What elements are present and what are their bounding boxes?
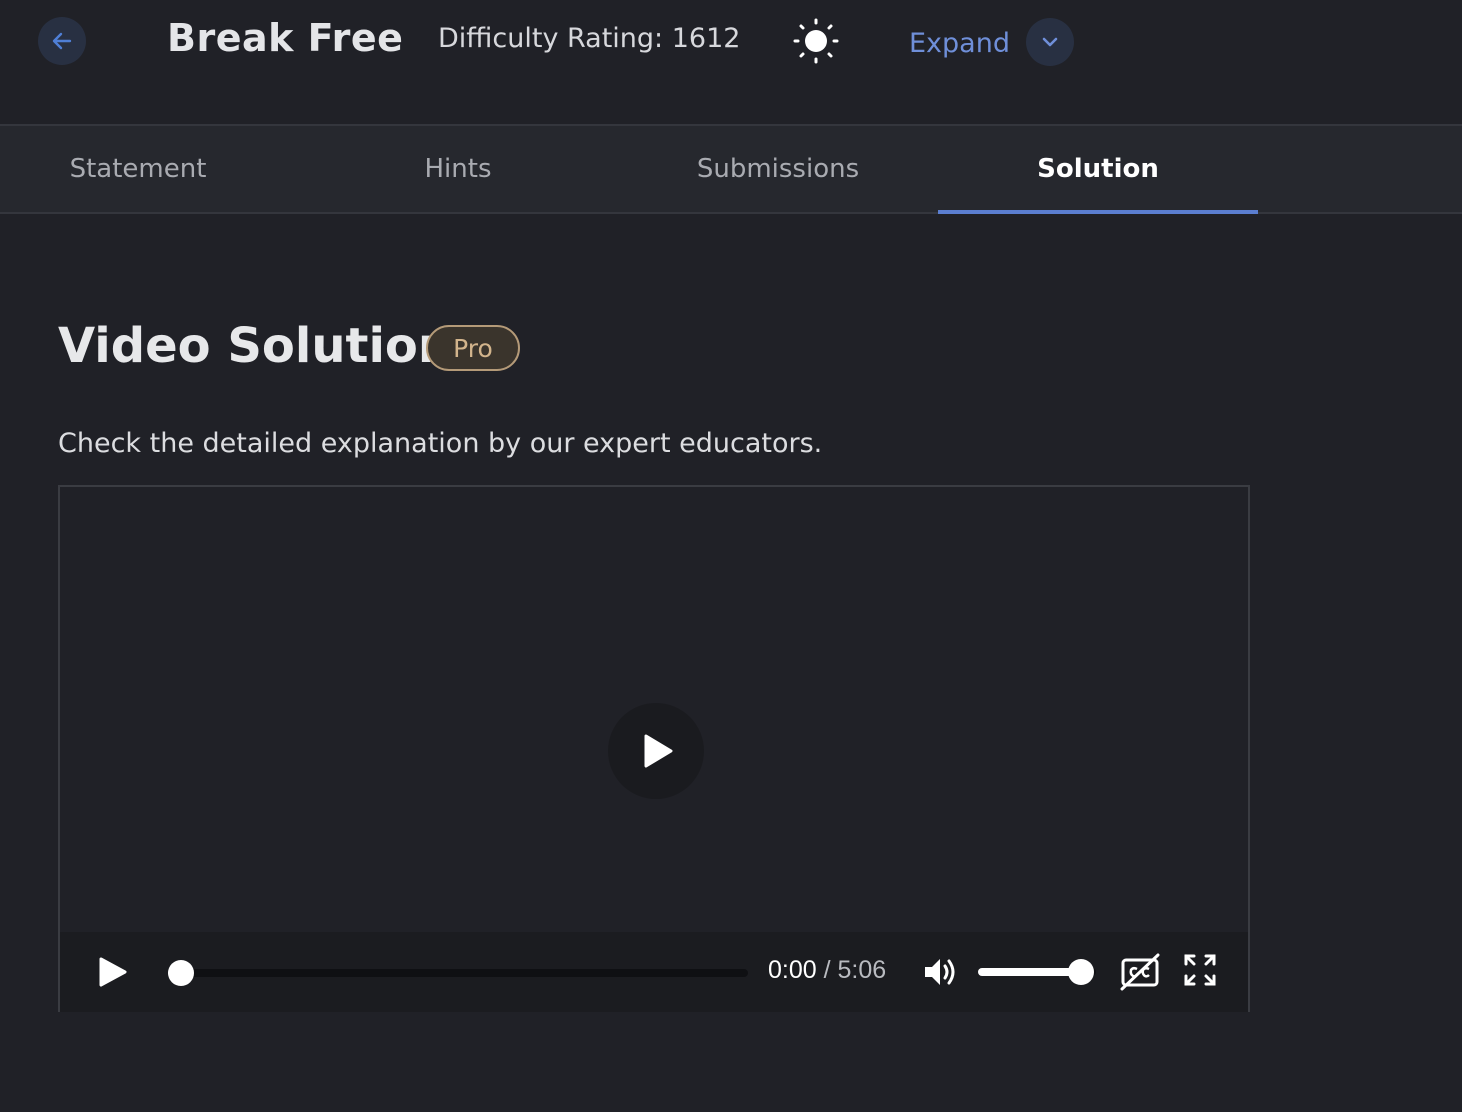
pro-badge: Pro: [426, 325, 520, 371]
current-time: 0:00: [768, 956, 817, 984]
volume-slider[interactable]: [978, 968, 1096, 976]
expand-chevron-button[interactable]: [1026, 18, 1074, 66]
time-separator: /: [817, 956, 838, 984]
video-solution-title: Video Solution: [58, 318, 452, 374]
video-player[interactable]: 0:00 / 5:06: [58, 485, 1250, 1012]
video-controls: 0:00 / 5:06: [60, 932, 1248, 1012]
mute-button[interactable]: [922, 954, 960, 990]
volume-slider-thumb[interactable]: [1068, 959, 1094, 985]
back-button[interactable]: [38, 17, 86, 65]
volume-icon: [922, 954, 960, 990]
big-play-button[interactable]: [608, 703, 704, 799]
captions-button[interactable]: [1120, 952, 1160, 992]
tab-submissions[interactable]: Submissions: [618, 126, 938, 212]
seek-bar[interactable]: [168, 969, 748, 977]
tab-solution[interactable]: Solution: [938, 126, 1258, 212]
duration: 5:06: [838, 956, 887, 984]
tab-hints[interactable]: Hints: [298, 126, 618, 212]
theme-toggle-button[interactable]: [792, 17, 840, 65]
chevron-down-icon: [1039, 31, 1061, 53]
header: Break Free Difficulty Rating: 1612 Expan…: [0, 0, 1462, 124]
captions-off-icon: [1120, 952, 1160, 992]
volume-slider-fill: [978, 968, 1081, 976]
problem-title: Break Free: [167, 16, 403, 60]
expand-label: Expand: [909, 28, 1010, 59]
difficulty-rating: Difficulty Rating: 1612: [438, 23, 740, 54]
fullscreen-icon: [1182, 952, 1218, 988]
play-icon: [636, 731, 676, 771]
sun-icon: [793, 18, 839, 64]
expand-button[interactable]: Expand: [909, 20, 1074, 66]
tab-statement[interactable]: Statement: [0, 126, 298, 212]
play-button[interactable]: [94, 954, 130, 990]
play-icon: [94, 954, 130, 990]
time-display: 0:00 / 5:06: [768, 956, 886, 985]
fullscreen-button[interactable]: [1182, 952, 1218, 988]
arrow-left-icon: [50, 29, 74, 53]
tab-bar: Statement Hints Submissions Solution: [0, 124, 1462, 214]
video-description: Check the detailed explanation by our ex…: [58, 428, 822, 459]
seek-bar-thumb[interactable]: [168, 960, 194, 986]
